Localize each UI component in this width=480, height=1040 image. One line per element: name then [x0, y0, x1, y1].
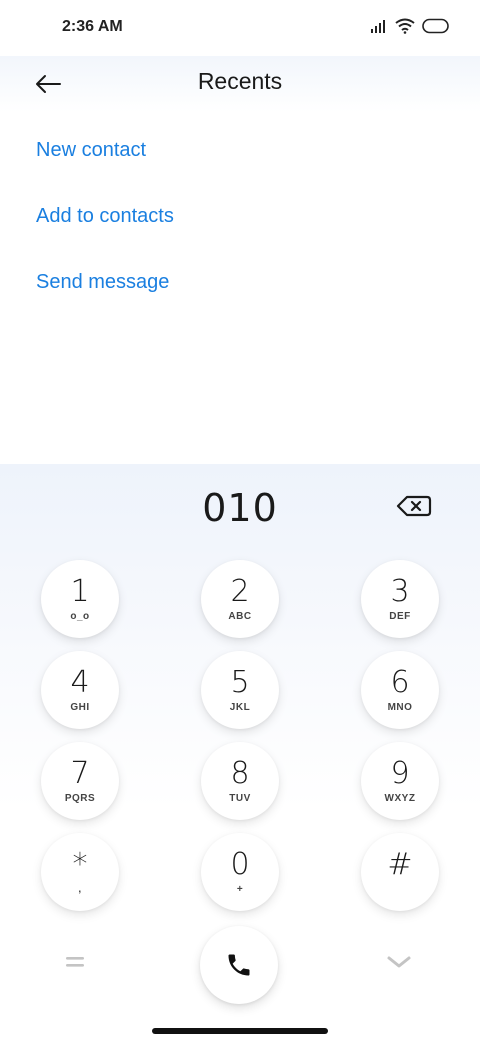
key-5[interactable]: 5 JKL [201, 651, 279, 729]
key-letters: + [236, 883, 244, 895]
key-digit: 3 [390, 573, 410, 609]
key-digit: * [72, 846, 88, 882]
backspace-button[interactable] [396, 494, 436, 522]
status-icons [370, 18, 450, 34]
key-digit: 5 [230, 664, 250, 700]
backspace-icon [396, 495, 432, 517]
collapse-keypad-button[interactable] [386, 954, 416, 974]
key-letters: PQRS [64, 792, 96, 804]
key-letters: WXYZ [384, 792, 416, 804]
key-digit: 7 [70, 755, 90, 791]
key-3[interactable]: 3 DEF [361, 560, 439, 638]
key-letters: GHI [70, 701, 90, 713]
key-letters: , [78, 883, 82, 895]
key-8[interactable]: 8 TUV [201, 742, 279, 820]
key-letters: o_o [70, 610, 90, 622]
send-message-link[interactable]: Send message [36, 268, 174, 334]
key-digit: 1 [70, 573, 90, 609]
dialer-panel: 010 1 o_o 2 ABC 3 DEF 4 GHI 5 JKL 6 MNO … [0, 464, 480, 1040]
key-letters: DEF [389, 610, 411, 622]
key-0[interactable]: 0 + [201, 833, 279, 911]
key-1[interactable]: 1 o_o [41, 560, 119, 638]
header: Recents [0, 56, 480, 112]
signal-icon [371, 20, 385, 33]
key-7[interactable]: 7 PQRS [41, 742, 119, 820]
add-to-contacts-link[interactable]: Add to contacts [36, 202, 174, 268]
chevron-down-icon [387, 956, 411, 968]
key-letters: JKL [229, 701, 251, 713]
key-digit: 2 [230, 573, 250, 609]
key-letters: ABC [228, 610, 252, 622]
page-title: Recents [197, 68, 283, 94]
key-6[interactable]: 6 MNO [361, 651, 439, 729]
status-time: 2:36 AM [62, 18, 123, 35]
phone-icon [228, 954, 250, 976]
key-letters: TUV [229, 792, 251, 804]
key-digit: # [387, 846, 413, 882]
key-digit: 9 [390, 755, 410, 791]
battery-icon [422, 18, 449, 34]
key-2[interactable]: 2 ABC [201, 560, 279, 638]
key-hash[interactable]: # [361, 833, 439, 911]
call-button[interactable] [200, 926, 278, 1004]
status-bar: 2:36 AM [0, 0, 480, 56]
action-list: New contact Add to contacts Send message [36, 136, 174, 334]
key-digit: 6 [390, 664, 410, 700]
home-indicator[interactable] [152, 1028, 328, 1034]
menu-icon [66, 957, 84, 967]
key-9[interactable]: 9 WXYZ [361, 742, 439, 820]
new-contact-link[interactable]: New contact [36, 136, 174, 202]
wifi-icon [395, 18, 415, 34]
key-digit: 8 [230, 755, 250, 791]
key-digit: 4 [70, 664, 90, 700]
key-4[interactable]: 4 GHI [41, 651, 119, 729]
key-letters: MNO [387, 701, 413, 713]
menu-button[interactable] [64, 954, 94, 974]
key-digit: 0 [230, 846, 250, 882]
key-star[interactable]: * , [41, 833, 119, 911]
